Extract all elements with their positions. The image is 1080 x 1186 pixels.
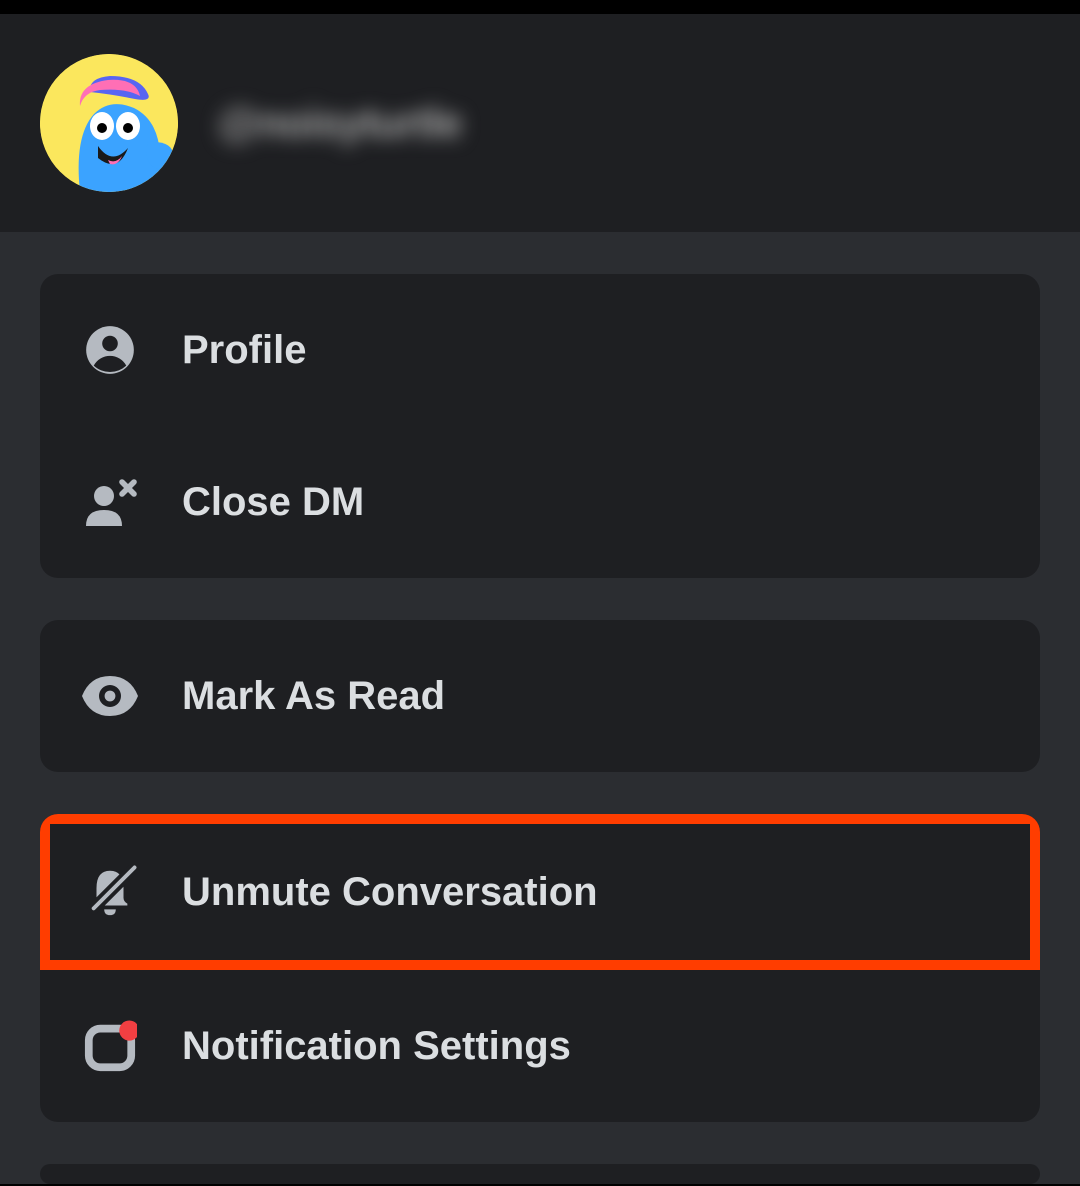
- profile-label: Profile: [182, 328, 1000, 373]
- notification-settings-icon: [80, 1016, 140, 1076]
- unmute-conversation-item[interactable]: Unmute Conversation: [40, 814, 1040, 970]
- profile-icon: [80, 320, 140, 380]
- unmute-label: Unmute Conversation: [182, 870, 1000, 915]
- menu-group-2: Mark As Read: [40, 620, 1040, 772]
- mark-as-read-item[interactable]: Mark As Read: [40, 620, 1040, 772]
- notification-settings-label: Notification Settings: [182, 1024, 1000, 1069]
- close-dm-label: Close DM: [182, 480, 1000, 525]
- avatar[interactable]: [40, 54, 178, 192]
- menu-body: Profile Close DM: [0, 232, 1080, 1184]
- close-dm-item[interactable]: Close DM: [40, 426, 1040, 578]
- mark-as-read-label: Mark As Read: [182, 674, 1000, 719]
- avatar-illustration: [40, 54, 178, 192]
- user-remove-icon: [80, 472, 140, 532]
- menu-group-1: Profile Close DM: [40, 274, 1040, 578]
- notification-settings-item[interactable]: Notification Settings: [40, 970, 1040, 1122]
- menu-group-3: Unmute Conversation Notification Setting…: [40, 814, 1040, 1122]
- window-top-edge: [0, 0, 1080, 14]
- eye-icon: [80, 666, 140, 726]
- bell-off-icon: [80, 862, 140, 922]
- menu-group-4-partial: [40, 1164, 1040, 1184]
- profile-item[interactable]: Profile: [40, 274, 1040, 426]
- username-text: @noisyturtle: [218, 99, 462, 147]
- user-header: @noisyturtle: [0, 14, 1080, 232]
